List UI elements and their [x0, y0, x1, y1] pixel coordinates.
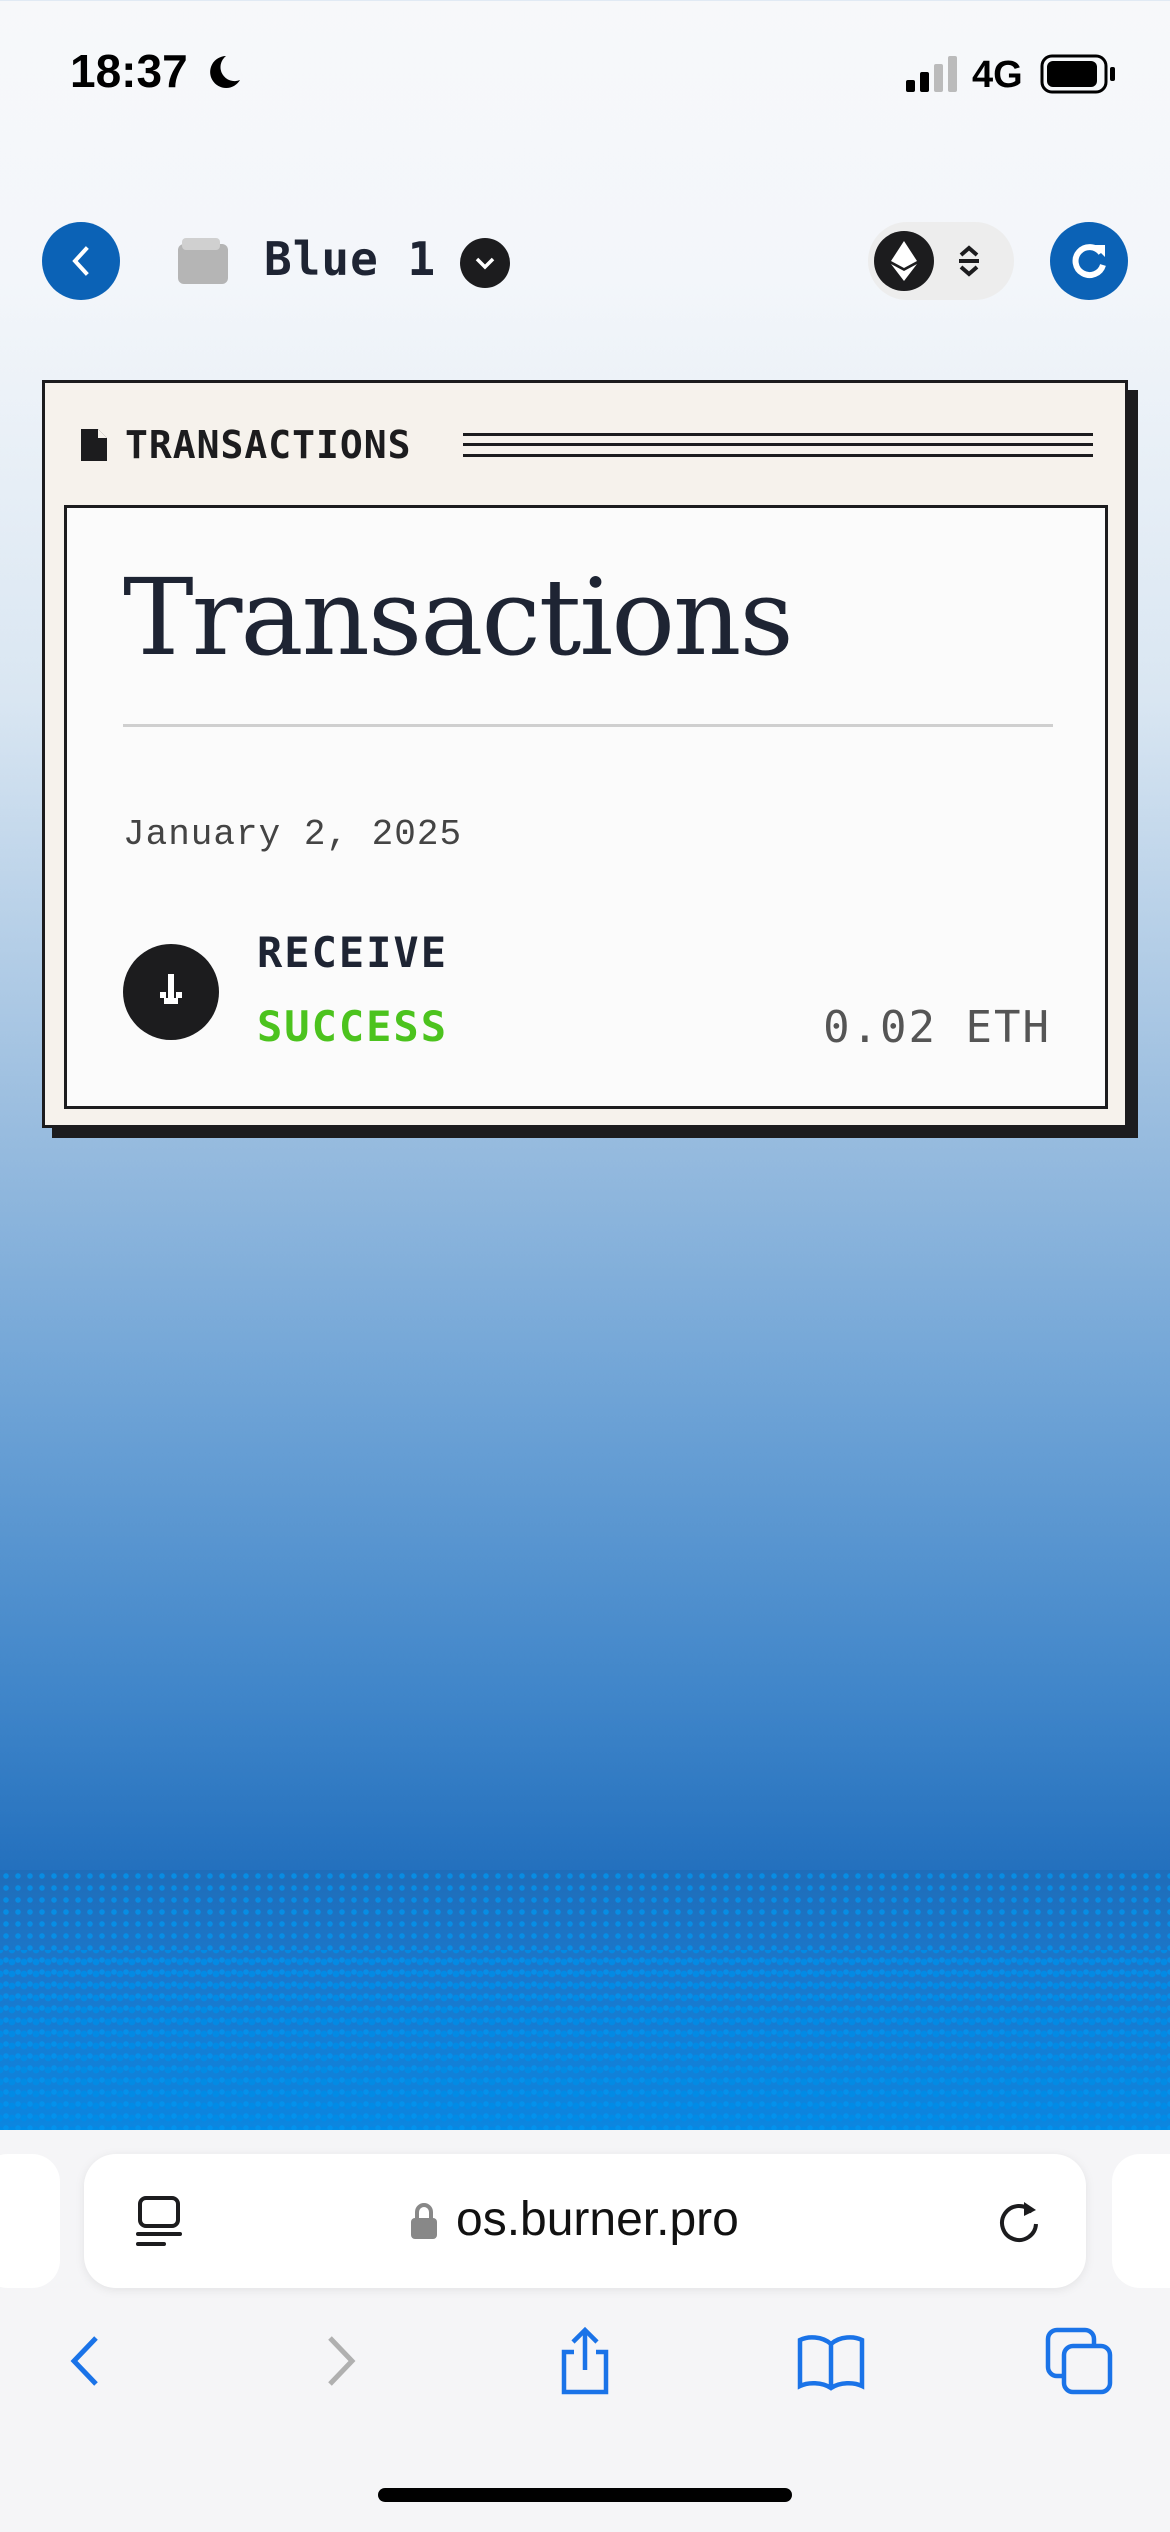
transaction-row[interactable]: RECEIVE SUCCESS 0.02 ETH — [67, 928, 1105, 1053]
transaction-status: SUCCESS — [257, 1002, 449, 1051]
browser-forward-icon[interactable] — [304, 2326, 374, 2396]
back-button[interactable] — [42, 222, 120, 300]
refresh-icon — [1072, 244, 1106, 279]
home-indicator[interactable] — [378, 2488, 792, 2502]
status-bar: 18:37 4G — [0, 0, 1170, 150]
transaction-amount: 0.02 ETH — [823, 1002, 1051, 1053]
battery-icon — [1040, 54, 1115, 94]
share-icon[interactable] — [550, 2326, 620, 2396]
status-time: 18:37 — [70, 45, 188, 97]
network-selector[interactable] — [868, 222, 1014, 300]
refresh-button[interactable] — [1050, 222, 1128, 300]
card-body: Transactions January 2, 2025 RECEIVE SUC… — [64, 505, 1108, 1109]
page-title: Transactions — [123, 556, 794, 679]
browser-back-icon[interactable] — [52, 2326, 122, 2396]
wallet-selector-button[interactable] — [460, 238, 510, 288]
receive-arrow-icon — [123, 944, 219, 1040]
network-type: 4G — [972, 54, 1023, 96]
bookmarks-icon[interactable] — [796, 2326, 866, 2396]
transaction-date: January 2, 2025 — [123, 814, 463, 855]
tabs-icon[interactable] — [1044, 2326, 1114, 2396]
reload-icon[interactable] — [994, 2196, 1044, 2246]
next-tab-preview[interactable] — [1112, 2154, 1170, 2288]
moon-icon — [210, 56, 240, 88]
signal-icon — [906, 56, 957, 92]
browser-toolbar: os.burner.pro — [0, 2130, 1170, 2532]
ethereum-icon — [874, 231, 934, 291]
wallet-name[interactable]: Blue 1 — [264, 232, 436, 286]
chevron-down-icon — [475, 257, 495, 270]
header-rule — [463, 433, 1093, 457]
card-header: TRANSACTIONS — [45, 383, 1125, 507]
previous-tab-preview[interactable] — [0, 2154, 60, 2288]
lock-icon — [411, 2203, 437, 2239]
url-text: os.burner.pro — [456, 2193, 739, 2246]
document-icon — [81, 429, 107, 461]
chevron-left-icon — [72, 246, 89, 276]
divider — [123, 724, 1053, 727]
address-bar[interactable]: os.burner.pro — [84, 2154, 1086, 2288]
transactions-card: TRANSACTIONS Transactions January 2, 202… — [42, 380, 1128, 1128]
reader-icon — [136, 2196, 182, 2246]
card-label: TRANSACTIONS — [125, 423, 412, 467]
wallet-icon — [178, 238, 228, 284]
toggle-arrows-icon — [959, 245, 979, 277]
background-pattern — [0, 1870, 1170, 2130]
transaction-type: RECEIVE — [257, 928, 449, 977]
